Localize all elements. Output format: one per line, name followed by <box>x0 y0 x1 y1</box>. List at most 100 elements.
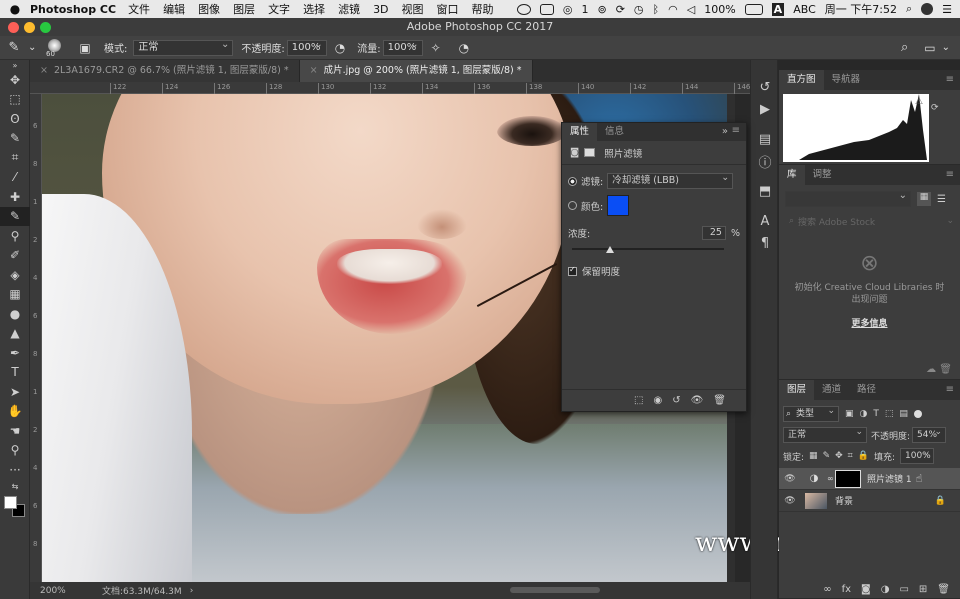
trash-icon[interactable]: 🗑 <box>713 395 726 406</box>
horizontal-scrollbar[interactable] <box>510 587 600 593</box>
grid-view-icon[interactable]: ▦ <box>917 192 931 206</box>
collapse-toolbar-icon[interactable]: » <box>0 60 30 70</box>
zoom-window-button[interactable] <box>40 22 51 33</box>
history-icon[interactable]: ↺ <box>751 76 779 98</box>
add-mask-icon[interactable]: ◙ <box>861 584 871 595</box>
panel-menu-icon[interactable]: ≡ <box>946 169 954 180</box>
layer-filter-select[interactable]: ⌕ 类型 <box>783 404 839 422</box>
info-icon[interactable]: ⓘ <box>751 150 779 172</box>
chevron-down-icon[interactable]: ⌄ <box>946 216 954 226</box>
actions-play-icon[interactable]: ▶ <box>751 98 779 120</box>
layer-style-icon[interactable]: fx <box>842 584 851 595</box>
panel-menu-icon[interactable]: ≡ <box>946 74 954 85</box>
brush-tool-icon[interactable]: ✎ <box>0 206 30 226</box>
marquee-tool-icon[interactable]: ⬚ <box>0 90 30 110</box>
tab-navigator[interactable]: 导航器 <box>824 70 869 90</box>
more-info-link[interactable]: 更多信息 <box>779 316 960 329</box>
clone-stamp-tool-icon[interactable]: ⚲ <box>0 226 30 246</box>
filter-shape-icon[interactable]: ⬚ <box>885 409 894 419</box>
zoom-tool-icon[interactable]: ⚲ <box>0 441 30 461</box>
tab-histogram[interactable]: 直方图 <box>779 70 824 90</box>
cc-sync-icon[interactable]: ☁ <box>926 364 936 375</box>
pressure-size-icon[interactable]: ◔ <box>459 41 469 55</box>
paragraph-icon[interactable]: ¶ <box>751 232 779 254</box>
move-tool-icon[interactable]: ✥ <box>0 70 30 90</box>
eraser-tool-icon[interactable]: ◈ <box>0 265 30 285</box>
new-layer-icon[interactable]: ⊞ <box>919 584 927 595</box>
color-radio[interactable] <box>568 201 577 210</box>
visibility-eye-icon[interactable]: 👁 <box>691 395 704 406</box>
clip-to-layer-icon[interactable]: ⬚ <box>634 395 643 406</box>
healing-brush-tool-icon[interactable]: ✚ <box>0 187 30 207</box>
vertical-ruler[interactable]: 6 8 1 2 4 6 8 1 2 4 6 8 <box>30 94 42 582</box>
stock-search[interactable]: ⌕ 搜索 Adobe Stock ⌄ <box>785 213 954 229</box>
crop-tool-icon[interactable]: ⌗ <box>0 148 30 168</box>
close-icon[interactable]: × <box>40 65 48 76</box>
panel-menu-icon[interactable]: ≡ <box>946 384 954 395</box>
battery-icon[interactable] <box>744 3 763 15</box>
trash-icon[interactable]: 🗑 <box>937 584 950 595</box>
cc-icon[interactable]: ⊚ <box>597 3 606 16</box>
tab-document-2[interactable]: × 成片.jpg @ 200% (照片滤镜 1, 图层蒙版/8) * <box>299 60 533 82</box>
view-previous-icon[interactable]: ◉ <box>653 395 662 406</box>
tab-channels[interactable]: 通道 <box>814 380 849 400</box>
gradient-tool-icon[interactable]: ▦ <box>0 285 30 305</box>
brush-tool-preset-icon[interactable]: ✎ <box>0 40 28 55</box>
history-brush-tool-icon[interactable]: ✐ <box>0 246 30 266</box>
filter-toggle-icon[interactable] <box>913 410 922 418</box>
sync-icon[interactable]: ⟳ <box>616 3 625 16</box>
lock-transparent-icon[interactable]: ▦ <box>809 451 818 461</box>
menu-window[interactable]: 窗口 <box>437 1 459 17</box>
refresh-histogram-icon[interactable]: ⟳ <box>931 103 939 113</box>
tab-paths[interactable]: 路径 <box>849 380 884 400</box>
layer-name[interactable]: 照片滤镜 1 <box>867 472 912 485</box>
flow-input[interactable]: 100% <box>382 38 423 56</box>
mask-icon[interactable] <box>584 148 596 157</box>
new-group-icon[interactable]: ▭ <box>899 584 908 595</box>
visibility-eye-icon[interactable]: 👁 <box>779 474 801 484</box>
collapse-panel-icon[interactable]: » <box>722 126 728 137</box>
slider-thumb[interactable] <box>606 246 614 253</box>
mask-link-icon[interactable]: ∞ <box>827 474 835 483</box>
menu-file[interactable]: 文件 <box>128 1 150 17</box>
search-icon[interactable]: ⌕ <box>901 40 908 55</box>
hand-tool-icon[interactable]: ☚ <box>0 421 30 441</box>
path-selection-tool-icon[interactable]: ➤ <box>0 382 30 402</box>
quick-select-tool-icon[interactable]: ✎ <box>0 129 30 149</box>
list-view-icon[interactable]: ☰ <box>937 194 946 205</box>
menu-3d[interactable]: 3D <box>373 3 388 16</box>
input-source[interactable]: ABC <box>793 3 816 16</box>
reset-icon[interactable]: ↺ <box>672 395 680 406</box>
pen-tool-icon[interactable]: ✒ <box>0 343 30 363</box>
zoom-level[interactable]: 200% <box>30 586 90 596</box>
minimize-window-button[interactable] <box>24 22 35 33</box>
filter-radio[interactable] <box>568 176 577 186</box>
horizontal-ruler[interactable]: 1221241261281301321341361381401421441461… <box>30 82 802 94</box>
blend-mode-select[interactable]: 正常 <box>783 425 867 443</box>
app-menu[interactable]: Photoshop CC <box>30 3 116 16</box>
link-layers-icon[interactable]: ∞ <box>823 584 831 595</box>
layer-mask-thumbnail[interactable] <box>835 469 861 488</box>
filter-smart-icon[interactable]: ▤ <box>899 409 908 419</box>
close-window-button[interactable] <box>8 22 19 33</box>
menu-edit[interactable]: 编辑 <box>163 1 185 17</box>
preserve-luminosity-checkbox[interactable] <box>568 265 577 276</box>
status-tray-icon[interactable] <box>516 3 531 15</box>
brush-picker[interactable]: 60 <box>38 37 72 59</box>
tab-adjustments[interactable]: 调整 <box>805 165 840 185</box>
clock-icon[interactable]: ◷ <box>634 3 644 16</box>
color-swatches[interactable] <box>0 494 29 520</box>
layer-row-background[interactable]: 👁 背景 🔒 <box>779 490 960 512</box>
opacity-input[interactable]: 100% <box>286 38 327 56</box>
panel-menu-icon[interactable]: ≡ <box>732 125 740 136</box>
chevron-down-icon[interactable]: ⌄ <box>942 42 950 53</box>
dodge-tool-icon[interactable]: ▲ <box>0 324 30 344</box>
wechat-icon[interactable]: ◎ <box>563 3 573 16</box>
menu-type[interactable]: 文字 <box>268 1 290 17</box>
eyedropper-tool-icon[interactable]: ⁄ <box>0 168 30 188</box>
lasso-tool-icon[interactable]: ʘ <box>0 109 30 129</box>
swatches-icon[interactable]: ⬒ <box>751 180 779 202</box>
new-adjustment-icon[interactable]: ◑ <box>881 584 890 595</box>
blur-tool-icon[interactable]: ● <box>0 304 30 324</box>
input-source-icon[interactable]: A <box>771 2 785 16</box>
